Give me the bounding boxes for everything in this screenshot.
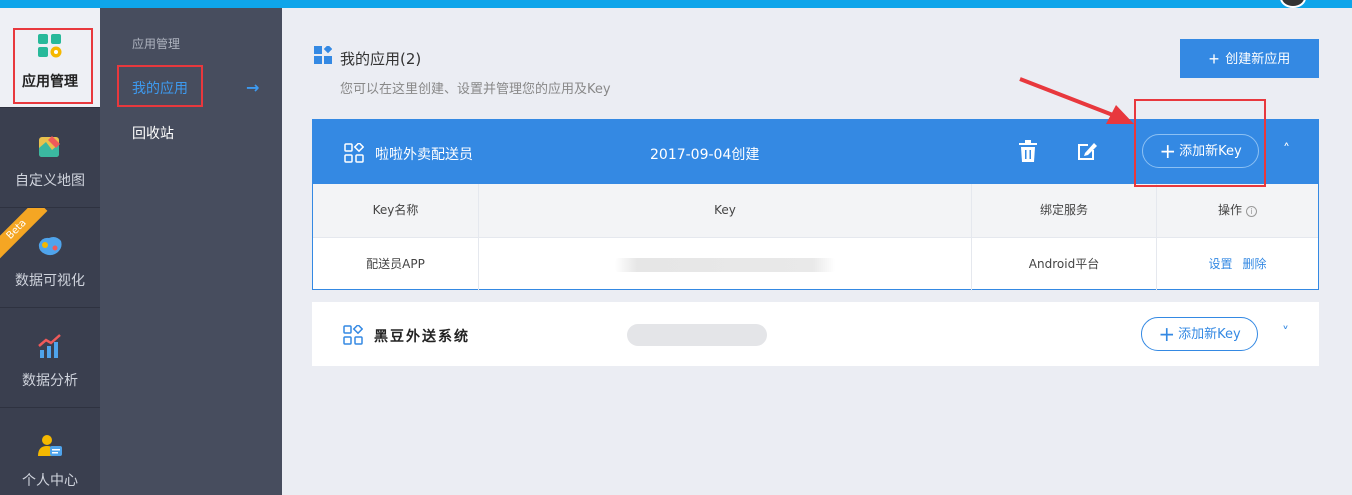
trash-icon[interactable] xyxy=(1017,140,1039,164)
app-grid-icon xyxy=(344,143,364,163)
app-name: 啦啦外卖配送员 xyxy=(375,147,473,163)
blurred-date xyxy=(627,324,767,346)
app-card[interactable]: 黑豆外送系统 + 添加新Key ˅ xyxy=(312,302,1319,366)
page-subtitle: 您可以在这里创建、设置并管理您的应用及Key xyxy=(340,82,611,97)
plus-icon: + xyxy=(1158,322,1176,346)
page-title: 我的应用(2) xyxy=(340,50,422,68)
actions-cell: 设置 删除 xyxy=(1157,238,1318,291)
table-row: 配送员APP Android平台 设置 删除 xyxy=(313,237,1318,291)
chevron-down-icon[interactable]: ˅ xyxy=(1282,325,1289,341)
user-card-icon xyxy=(38,435,62,456)
blurred-key xyxy=(615,257,835,272)
edit-icon[interactable] xyxy=(1076,140,1098,162)
column-header: 操作 xyxy=(1217,203,1242,217)
top-bar xyxy=(0,0,1352,8)
service-cell: Android平台 xyxy=(972,238,1157,291)
create-app-button[interactable]: + 创建新应用 xyxy=(1180,39,1319,78)
nav-item-personal-center[interactable]: 个人中心 xyxy=(0,408,100,495)
nav-item-custom-map[interactable]: 自定义地图 xyxy=(0,108,100,208)
add-key-label: 添加新Key xyxy=(1178,327,1241,342)
avatar[interactable] xyxy=(1280,0,1306,8)
map-edit-icon xyxy=(39,136,60,157)
column-header: 绑定服务 xyxy=(972,184,1157,237)
table-header-row: Key名称 Key 绑定服务 操作 i xyxy=(313,184,1318,237)
app-grid-icon xyxy=(343,325,363,345)
key-name-cell: 配送员APP xyxy=(313,238,479,291)
nav-item-label: 个人中心 xyxy=(22,473,78,489)
plus-icon: + xyxy=(1208,49,1220,69)
nav-item-label: 自定义地图 xyxy=(15,173,85,189)
sidebar-item-recycle-bin[interactable]: 回收站 xyxy=(132,123,174,143)
chevron-up-icon[interactable]: ˄ xyxy=(1283,142,1290,158)
china-map-icon xyxy=(38,237,62,256)
delete-link[interactable]: 删除 xyxy=(1243,257,1267,271)
apps-icon xyxy=(314,46,332,64)
key-value-cell xyxy=(479,238,972,291)
app-created-date: 2017-09-04创建 xyxy=(650,147,760,163)
annotation-box xyxy=(13,28,93,104)
app-name: 黑豆外送系统 xyxy=(374,329,470,345)
sidebar-group-title: 应用管理 xyxy=(132,37,181,51)
annotation-box xyxy=(117,65,203,107)
annotation-box xyxy=(1134,99,1266,187)
add-key-button[interactable]: + 添加新Key xyxy=(1141,317,1258,351)
nav-item-label: 数据分析 xyxy=(22,373,78,389)
column-header-actions: 操作 i xyxy=(1157,184,1318,237)
chart-trend-icon xyxy=(38,334,61,358)
column-header: Key xyxy=(479,184,972,237)
arrow-right-icon: → xyxy=(246,78,260,97)
column-header: Key名称 xyxy=(313,184,479,237)
main-content: 我的应用(2) 您可以在这里创建、设置并管理您的应用及Key + 创建新应用 啦啦… xyxy=(282,8,1352,495)
nav-item-data-analysis[interactable]: 数据分析 xyxy=(0,308,100,408)
create-app-label: 创建新应用 xyxy=(1225,51,1291,66)
info-icon[interactable]: i xyxy=(1246,206,1257,217)
nav-item-label: 数据可视化 xyxy=(15,273,85,289)
nav-item-data-visualization[interactable]: Beta 数据可视化 xyxy=(0,208,100,308)
settings-link[interactable]: 设置 xyxy=(1208,257,1232,271)
